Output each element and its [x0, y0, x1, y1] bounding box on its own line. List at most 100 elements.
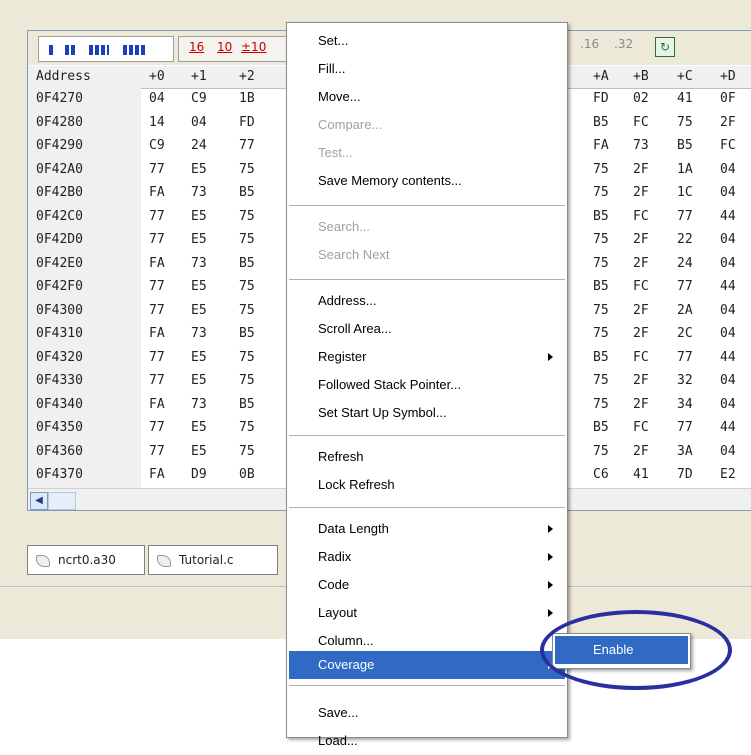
- byte-cell[interactable]: E5: [191, 303, 207, 318]
- byte-cell[interactable]: 04: [720, 444, 736, 459]
- byte-cell[interactable]: 75: [593, 185, 609, 200]
- byte-cell[interactable]: 22: [677, 232, 693, 247]
- float-16-button[interactable]: .16: [580, 37, 599, 51]
- menu-item-search-next[interactable]: Search Next: [289, 241, 565, 269]
- menu-item-save-memory-contents[interactable]: Save Memory contents...: [289, 167, 565, 195]
- byte-cell[interactable]: 04: [191, 115, 207, 130]
- byte-cell[interactable]: 2F: [633, 232, 649, 247]
- byte-cell[interactable]: E5: [191, 350, 207, 365]
- menu-item-move[interactable]: Move...: [289, 83, 565, 111]
- byte-cell[interactable]: 32: [677, 373, 693, 388]
- byte-2-icon[interactable]: [65, 45, 75, 55]
- byte-cell[interactable]: 77: [677, 279, 693, 294]
- tab-tutorial[interactable]: Tutorial.c: [148, 545, 278, 575]
- byte-cell[interactable]: FC: [633, 420, 649, 435]
- byte-cell[interactable]: E5: [191, 232, 207, 247]
- byte-cell[interactable]: 75: [677, 115, 693, 130]
- byte-cell[interactable]: 04: [720, 162, 736, 177]
- byte-cell[interactable]: C9: [191, 91, 207, 106]
- byte-cell[interactable]: 04: [149, 91, 165, 106]
- byte-cell[interactable]: B5: [239, 326, 255, 341]
- byte-cell[interactable]: B5: [593, 115, 609, 130]
- menu-item-lock-refresh[interactable]: Lock Refresh: [289, 471, 565, 499]
- byte-cell[interactable]: FA: [149, 326, 165, 341]
- byte-cell[interactable]: FD: [593, 91, 609, 106]
- tab-ncrt0[interactable]: ncrt0.a30: [27, 545, 145, 575]
- menu-item-refresh[interactable]: Refresh: [289, 443, 565, 471]
- byte-cell[interactable]: FD: [239, 115, 255, 130]
- menu-item-test[interactable]: Test...: [289, 139, 565, 167]
- byte-cell[interactable]: 77: [149, 420, 165, 435]
- radix-hex-button[interactable]: 16: [189, 40, 204, 54]
- byte-cell[interactable]: FC: [633, 115, 649, 130]
- byte-cell[interactable]: 73: [633, 138, 649, 153]
- byte-cell[interactable]: 04: [720, 373, 736, 388]
- menu-item-search[interactable]: Search...: [289, 213, 565, 241]
- menu-item-set-start-up-symbol[interactable]: Set Start Up Symbol...: [289, 399, 565, 427]
- byte-cell[interactable]: 2F: [633, 185, 649, 200]
- byte-cell[interactable]: 75: [239, 209, 255, 224]
- byte-cell[interactable]: 77: [149, 350, 165, 365]
- menu-item-register[interactable]: Register: [289, 343, 565, 371]
- byte-cell[interactable]: 2F: [633, 326, 649, 341]
- byte-cell[interactable]: FA: [149, 467, 165, 482]
- byte-cell[interactable]: 75: [239, 279, 255, 294]
- byte-cell[interactable]: C6: [593, 467, 609, 482]
- menu-item-data-length[interactable]: Data Length: [289, 515, 565, 543]
- byte-cell[interactable]: 75: [593, 256, 609, 271]
- byte-cell[interactable]: 04: [720, 256, 736, 271]
- byte-cell[interactable]: 0F: [720, 91, 736, 106]
- byte-cell[interactable]: 75: [593, 397, 609, 412]
- byte-cell[interactable]: E5: [191, 444, 207, 459]
- byte-cell[interactable]: 2C: [677, 326, 693, 341]
- byte-cell[interactable]: 75: [593, 232, 609, 247]
- byte-cell[interactable]: 44: [720, 279, 736, 294]
- byte-cell[interactable]: FC: [633, 209, 649, 224]
- byte-cell[interactable]: 75: [593, 444, 609, 459]
- byte-cell[interactable]: 75: [239, 350, 255, 365]
- menu-item-compare[interactable]: Compare...: [289, 111, 565, 139]
- byte-cell[interactable]: 77: [149, 232, 165, 247]
- byte-cell[interactable]: E5: [191, 373, 207, 388]
- byte-cell[interactable]: FA: [149, 185, 165, 200]
- byte-cell[interactable]: B5: [677, 138, 693, 153]
- byte-cell[interactable]: FA: [149, 397, 165, 412]
- byte-cell[interactable]: 73: [191, 256, 207, 271]
- byte-cell[interactable]: FC: [633, 350, 649, 365]
- byte-cell[interactable]: 2F: [633, 397, 649, 412]
- byte-cell[interactable]: 2F: [633, 256, 649, 271]
- byte-cell[interactable]: 73: [191, 326, 207, 341]
- byte-8-icon[interactable]: [123, 45, 145, 55]
- byte-cell[interactable]: 77: [677, 420, 693, 435]
- byte-cell[interactable]: 73: [191, 185, 207, 200]
- byte-cell[interactable]: 41: [633, 467, 649, 482]
- byte-cell[interactable]: 04: [720, 326, 736, 341]
- byte-cell[interactable]: 24: [191, 138, 207, 153]
- byte-cell[interactable]: B5: [239, 256, 255, 271]
- byte-cell[interactable]: 34: [677, 397, 693, 412]
- menu-item-address[interactable]: Address...: [289, 287, 565, 315]
- byte-cell[interactable]: B5: [593, 350, 609, 365]
- byte-cell[interactable]: 2F: [633, 373, 649, 388]
- byte-cell[interactable]: 44: [720, 420, 736, 435]
- menu-item-code[interactable]: Code: [289, 571, 565, 599]
- byte-cell[interactable]: 2F: [633, 444, 649, 459]
- byte-cell[interactable]: 75: [593, 326, 609, 341]
- menu-item-set[interactable]: Set...: [289, 27, 565, 55]
- byte-1-icon[interactable]: [49, 45, 53, 55]
- byte-cell[interactable]: 77: [149, 209, 165, 224]
- byte-cell[interactable]: 2A: [677, 303, 693, 318]
- byte-cell[interactable]: D9: [191, 467, 207, 482]
- byte-cell[interactable]: 1A: [677, 162, 693, 177]
- byte-cell[interactable]: 75: [239, 232, 255, 247]
- byte-cell[interactable]: 44: [720, 209, 736, 224]
- refresh-icon[interactable]: ↻: [655, 37, 675, 57]
- byte-cell[interactable]: 04: [720, 397, 736, 412]
- byte-cell[interactable]: 2F: [633, 303, 649, 318]
- byte-cell[interactable]: 73: [191, 397, 207, 412]
- float-32-button[interactable]: .32: [614, 37, 633, 51]
- byte-cell[interactable]: 77: [677, 209, 693, 224]
- menu-item-coverage[interactable]: Coverage: [289, 651, 565, 679]
- byte-cell[interactable]: E2: [720, 467, 736, 482]
- byte-cell[interactable]: 7D: [677, 467, 693, 482]
